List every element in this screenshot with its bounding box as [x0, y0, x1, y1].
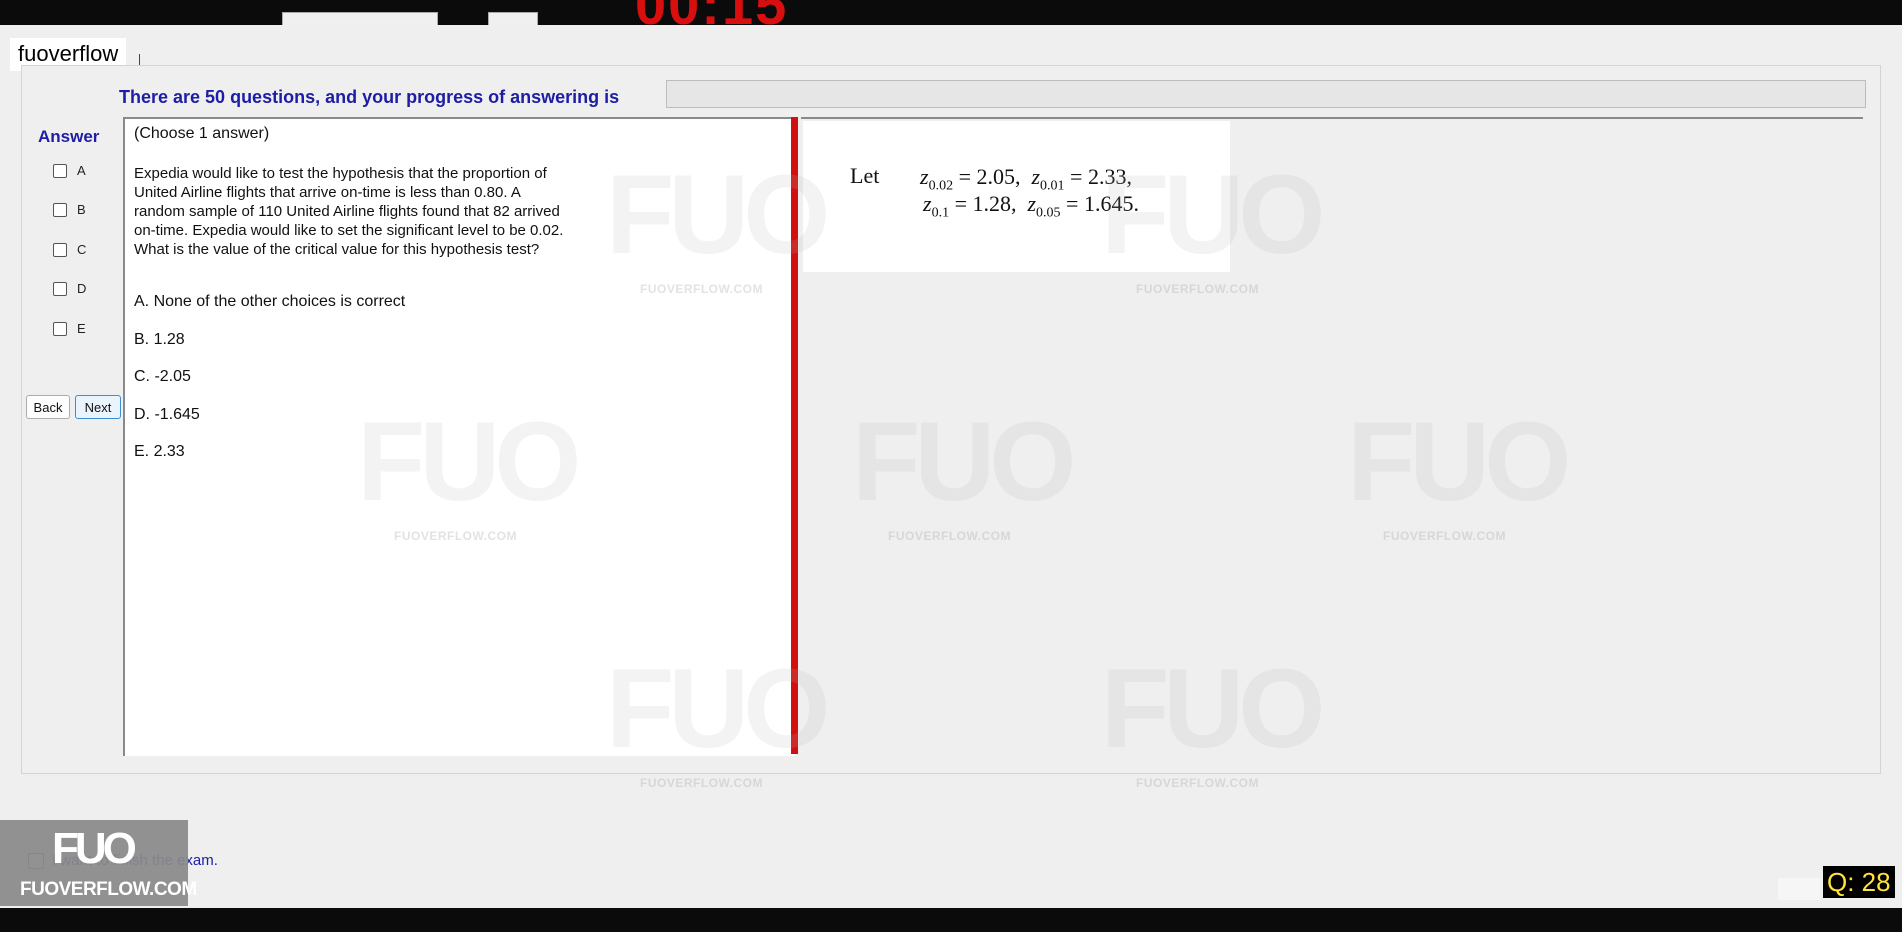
question-text: Expedia would like to test the hypothesi…: [134, 164, 624, 259]
option-letter: E: [77, 321, 86, 336]
watermark-logo: FUO: [1101, 152, 1325, 277]
checkbox[interactable]: [53, 281, 67, 296]
question-line: United Airline flights that arrive on-ti…: [134, 184, 521, 201]
watermark-text: FUOVERFLOW.COM: [1136, 776, 1259, 790]
logo-mark: FUO: [52, 824, 137, 873]
watermark-logo: FUO: [606, 646, 830, 771]
watermark-logo: FUO: [1101, 646, 1325, 771]
choice-a: A. None of the other choices is correct: [134, 293, 406, 310]
answer-label: Answer: [38, 127, 100, 146]
choice-b: B. 1.28: [134, 331, 185, 348]
watermark-text: FUOVERFLOW.COM: [394, 529, 517, 543]
watermark-text: FUOVERFLOW.COM: [888, 529, 1011, 543]
question-counter-badge: Q: 28: [1823, 866, 1895, 898]
formula-let: Let: [850, 163, 880, 188]
answer-option-b[interactable]: B: [53, 202, 86, 217]
top-small-control[interactable]: [488, 12, 538, 25]
progress-label: There are 50 questions, and your progres…: [119, 87, 620, 107]
answer-option-e[interactable]: E: [53, 321, 86, 336]
watermark-text: FUOVERFLOW.COM: [1136, 282, 1259, 296]
watermark-logo: FUO: [852, 399, 1076, 524]
option-letter: D: [77, 281, 87, 296]
option-letter: A: [77, 163, 86, 178]
choice-e: E. 2.33: [134, 443, 185, 460]
top-dropdown[interactable]: [282, 12, 438, 25]
bottom-bar: [0, 908, 1902, 932]
choice-d: D. -1.645: [134, 406, 200, 423]
option-letter: B: [77, 202, 86, 217]
watermark-logo: FUO: [606, 152, 830, 277]
choice-c: C. -2.05: [134, 368, 191, 385]
logo-text: FUOVERFLOW.COM: [20, 879, 197, 900]
question-line: on-time. Expedia would like to set the s…: [134, 222, 564, 239]
question-line: Expedia would like to test the hypothesi…: [134, 165, 547, 182]
question-instruction: (Choose 1 answer): [134, 125, 270, 142]
next-button[interactable]: Next: [75, 395, 121, 419]
checkbox[interactable]: [53, 242, 67, 257]
watermark-text: FUOVERFLOW.COM: [640, 776, 763, 790]
exam-timer: 00:15: [635, 0, 788, 25]
question-line: What is the value of the critical value …: [134, 241, 540, 258]
watermark-logo: FUO: [357, 399, 581, 524]
back-button[interactable]: Back: [26, 395, 70, 419]
progress-bar: [666, 80, 1866, 108]
checkbox[interactable]: [53, 321, 67, 336]
overlay-box: [1778, 878, 1820, 900]
watermark-text: FUOVERFLOW.COM: [640, 282, 763, 296]
answer-option-c[interactable]: C: [53, 242, 86, 257]
option-letter: C: [77, 242, 87, 257]
checkbox[interactable]: [53, 202, 67, 217]
watermark-logo: FUO: [1347, 399, 1571, 524]
answer-option-d[interactable]: D: [53, 281, 86, 296]
top-bar: 00:15: [0, 0, 1902, 25]
question-line: random sample of 110 United Airline flig…: [134, 203, 560, 220]
answer-option-a[interactable]: A: [53, 163, 86, 178]
checkbox[interactable]: [53, 163, 67, 178]
watermark-text: FUOVERFLOW.COM: [1383, 529, 1506, 543]
